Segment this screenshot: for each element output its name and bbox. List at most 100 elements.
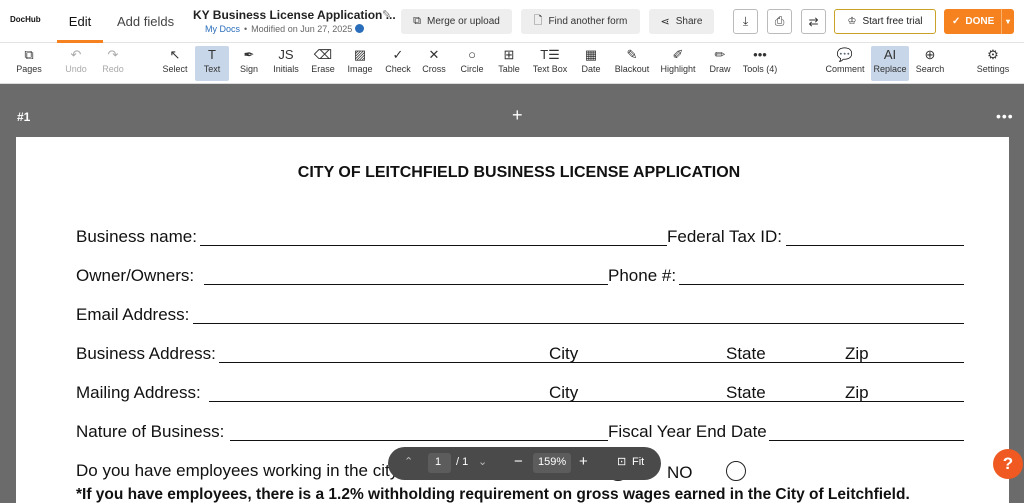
- tool-text-box[interactable]: T☰ Text Box: [530, 46, 570, 81]
- tool-table[interactable]: ⊞ Table: [495, 46, 523, 81]
- field-business-name[interactable]: [200, 245, 667, 246]
- tool-circle[interactable]: ○ Circle: [457, 46, 487, 81]
- total-pages: / 1: [456, 456, 469, 468]
- fit-page-icon[interactable]: ⊡: [617, 455, 626, 468]
- label-no: NO: [667, 463, 693, 482]
- help-question-icon: ?: [1002, 454, 1014, 473]
- check-icon: ✓: [952, 16, 961, 27]
- label-business-city: City: [549, 344, 579, 363]
- rename-pencil-icon[interactable]: ✎: [382, 8, 391, 21]
- print-icon: ⎙: [774, 14, 785, 28]
- tool-replace[interactable]: AI Replace: [871, 46, 909, 81]
- tool-undo[interactable]: ↶ Undo: [62, 46, 90, 81]
- zoom-level: 159%: [538, 456, 567, 468]
- radio-no[interactable]: [726, 461, 746, 481]
- eraser-icon: ⌫: [313, 47, 333, 62]
- page-options-icon[interactable]: •••: [996, 108, 1014, 124]
- comment-icon: 💬: [836, 47, 854, 62]
- tool-more[interactable]: ••• Tools (4): [741, 46, 779, 81]
- modified-date: Modified on Jun 27, 2025: [251, 24, 353, 34]
- download-button[interactable]: ⤓: [733, 9, 758, 34]
- next-page-icon[interactable]: ⌄: [478, 455, 487, 468]
- tool-initials[interactable]: JS Initials: [270, 46, 302, 81]
- document-title[interactable]: KY Business License Application ...: [193, 8, 396, 22]
- page-controls: ⌃ 1 / 1 ⌄ − 159% + ⊡ Fit: [388, 447, 661, 480]
- label-business-zip: Zip: [845, 344, 869, 363]
- checkmark-icon: ✓: [392, 47, 404, 62]
- my-docs-link[interactable]: My Docs: [205, 24, 240, 34]
- done-menu-caret-icon[interactable]: ▾: [1001, 9, 1014, 34]
- field-owners[interactable]: [204, 284, 608, 285]
- tool-redo[interactable]: ↷ Redo: [99, 46, 127, 81]
- zoom-out-icon[interactable]: −: [514, 453, 523, 470]
- tool-blackout[interactable]: ✎ Blackout: [612, 46, 652, 81]
- tool-text[interactable]: T Text: [195, 46, 229, 81]
- tool-erase[interactable]: ⌫ Erase: [309, 46, 337, 81]
- download-icon: ⤓: [742, 14, 749, 28]
- done-button[interactable]: ✓ DONE ▾: [944, 9, 1014, 34]
- help-button[interactable]: ?: [993, 449, 1023, 479]
- calendar-icon: ▦: [584, 47, 598, 62]
- tool-sign[interactable]: ✒ Sign: [236, 46, 262, 81]
- tab-add-fields[interactable]: Add fields: [117, 0, 174, 43]
- tab-edit[interactable]: Edit: [57, 0, 103, 43]
- undo-icon: ↶: [70, 47, 82, 62]
- page-number-label: #1: [17, 110, 31, 124]
- tool-select[interactable]: ↖ Select: [160, 46, 190, 81]
- label-owners: Owner/Owners:: [76, 266, 195, 285]
- label-mailing-address: Mailing Address:: [76, 383, 201, 402]
- add-page-icon[interactable]: +: [512, 105, 523, 126]
- search-icon: ⊕: [924, 47, 936, 62]
- share-icon: ⋖: [660, 16, 670, 28]
- document-meta: My Docs • Modified on Jun 27, 2025: [205, 24, 365, 34]
- tool-check[interactable]: ✓ Check: [382, 46, 414, 81]
- crown-icon: ♔: [847, 16, 857, 27]
- print-button[interactable]: ⎙: [767, 9, 792, 34]
- cursor-icon: ↖: [169, 47, 181, 62]
- pages-icon: ⧉: [24, 47, 34, 62]
- export-document-icon: ⇄: [808, 14, 819, 29]
- tool-date[interactable]: ▦ Date: [578, 46, 604, 81]
- merge-icon: ⧉: [413, 15, 422, 27]
- export-button[interactable]: ⇄: [801, 9, 826, 34]
- document-heading: CITY OF LEITCHFIELD BUSINESS LICENSE APP…: [297, 164, 741, 181]
- zoom-in-icon[interactable]: +: [579, 453, 588, 470]
- label-federal-tax-id: Federal Tax ID:: [667, 227, 782, 246]
- text-icon: T: [208, 47, 216, 62]
- label-mailing-state: State: [726, 383, 766, 402]
- dochub-logo[interactable]: DocHub: [10, 15, 41, 24]
- field-email[interactable]: [193, 323, 964, 324]
- label-mailing-zip: Zip: [845, 383, 869, 402]
- find-form-button[interactable]: 🗋 Find another form: [521, 9, 640, 34]
- tool-image[interactable]: ▨ Image: [344, 46, 376, 81]
- tool-draw[interactable]: ✏ Draw: [706, 46, 734, 81]
- redo-icon: ↷: [107, 47, 119, 62]
- tools-toolbar: ⧉ Pages ↶ Undo ↷ Redo ↖ Select T Text ✒ Sign J…: [0, 43, 1024, 84]
- merge-upload-button[interactable]: ⧉ Merge or upload: [401, 9, 512, 34]
- label-nature-of-business: Nature of Business:: [76, 422, 225, 441]
- field-fiscal-year-end[interactable]: [769, 440, 964, 441]
- history-clock-icon[interactable]: [355, 24, 365, 33]
- top-bar: DocHub Edit Add fields KY Business Licen…: [0, 0, 1024, 43]
- tool-cross[interactable]: ✕ Cross: [420, 46, 448, 81]
- fit-button-label[interactable]: Fit: [632, 456, 644, 468]
- start-trial-button[interactable]: ♔ Start free trial: [834, 9, 936, 34]
- more-dots-icon: •••: [753, 47, 767, 62]
- field-federal-tax-id[interactable]: [786, 245, 964, 246]
- cross-icon: ✕: [428, 47, 440, 62]
- tool-highlight[interactable]: ✐ Highlight: [658, 46, 698, 81]
- share-button[interactable]: ⋖ Share: [649, 9, 714, 34]
- brush-icon: ✏: [714, 47, 726, 62]
- tool-pages[interactable]: ⧉ Pages: [12, 46, 46, 81]
- tool-settings[interactable]: ⚙ Settings: [975, 46, 1011, 81]
- previous-page-icon[interactable]: ⌃: [404, 455, 413, 468]
- field-nature-of-business[interactable]: [230, 440, 608, 441]
- label-business-name: Business name:: [76, 227, 197, 246]
- employees-note: *If you have employees, there is a 1.2% …: [76, 486, 910, 503]
- highlighter-icon: ✐: [672, 47, 684, 62]
- tool-comment[interactable]: 💬 Comment: [823, 46, 867, 81]
- label-mailing-city: City: [549, 383, 579, 402]
- label-email: Email Address:: [76, 305, 190, 324]
- field-phone[interactable]: [679, 284, 964, 285]
- tool-search[interactable]: ⊕ Search: [913, 46, 947, 81]
